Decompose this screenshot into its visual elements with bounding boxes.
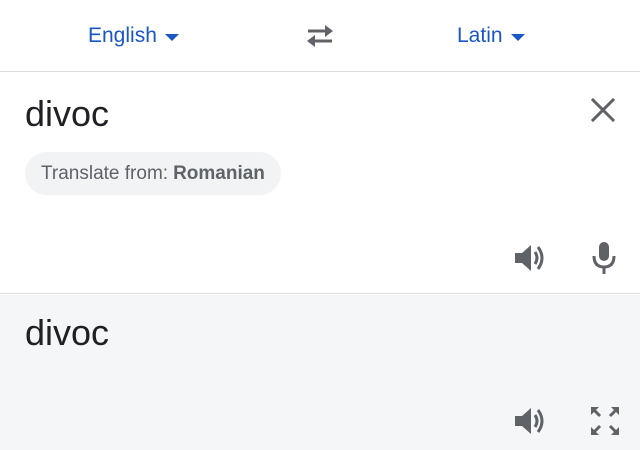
swap-languages-button[interactable] (300, 18, 340, 54)
listen-translation-button[interactable] (510, 401, 550, 441)
source-text-input[interactable]: divoc (25, 93, 109, 135)
fullscreen-button[interactable] (585, 401, 625, 441)
target-language-selector[interactable]: Latin (457, 18, 525, 54)
translation-output-area: divoc (0, 295, 640, 450)
translate-app: English Latin divoc Translate from: Roma… (0, 0, 640, 450)
target-language-label: Latin (457, 24, 503, 47)
swap-arrows-icon (307, 25, 333, 47)
speaker-icon (515, 245, 544, 271)
language-bar: English Latin (0, 0, 640, 72)
speaker-icon (515, 408, 544, 434)
caret-down-icon (510, 34, 525, 41)
listen-source-button[interactable] (510, 238, 550, 278)
source-input-area[interactable]: divoc Translate from: Romanian (0, 73, 640, 294)
detected-language-label: Romanian (173, 162, 265, 184)
source-language-selector[interactable]: English (88, 18, 179, 54)
translated-text: divoc (25, 312, 110, 353)
caret-down-icon (164, 34, 179, 41)
clear-input-button[interactable] (586, 93, 620, 127)
fullscreen-icon (591, 407, 619, 435)
microphone-button[interactable] (584, 238, 624, 278)
close-icon (590, 97, 616, 123)
detect-prefix-label: Translate from: (41, 162, 169, 184)
microphone-icon (592, 242, 616, 274)
source-language-label: English (88, 24, 157, 47)
detected-language-chip[interactable]: Translate from: Romanian (25, 152, 281, 195)
